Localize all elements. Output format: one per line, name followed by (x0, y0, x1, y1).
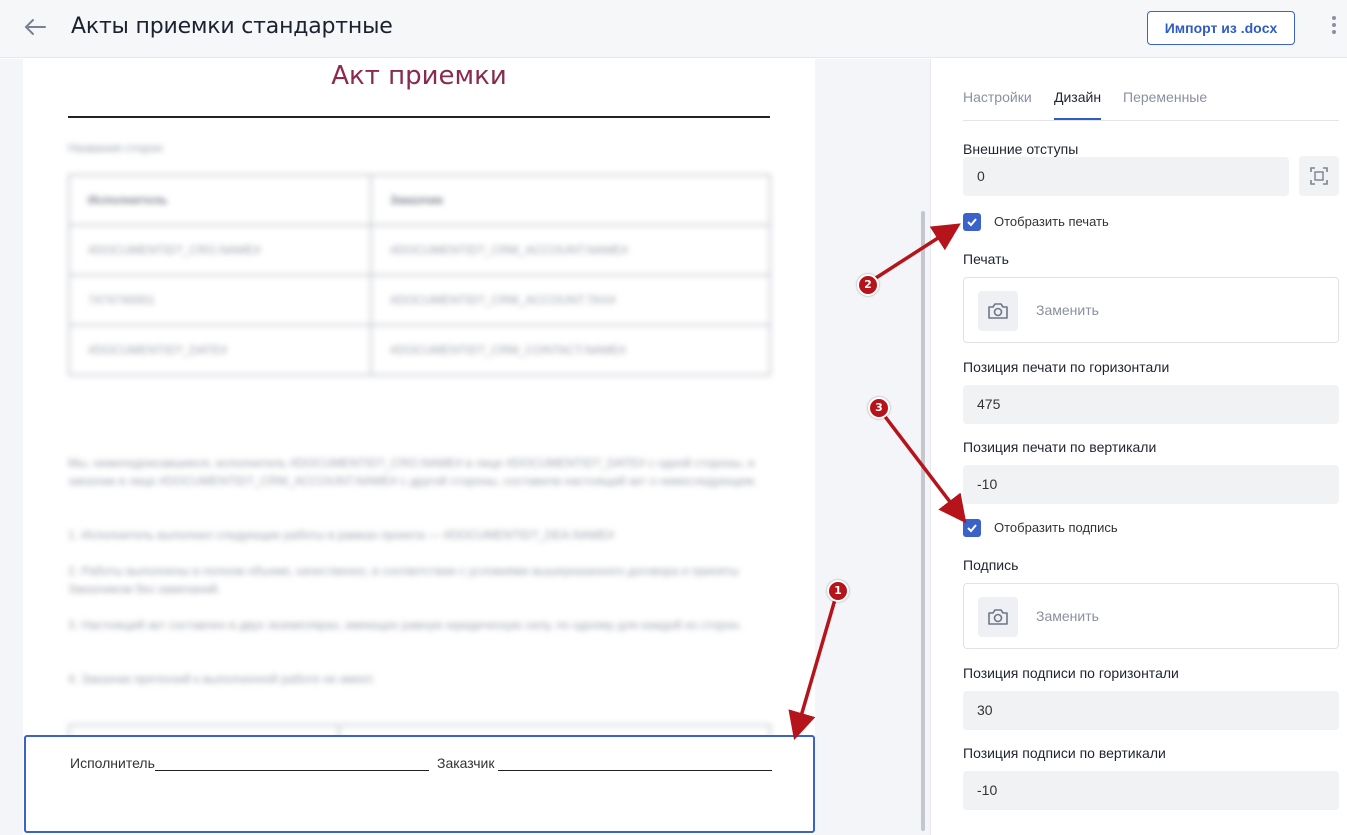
paragraph: 1. Исполнитель выполнил следующие работы… (68, 528, 615, 542)
parties-table: Исполнитель Заказчик #DOCUMENTID?_CRO.NA… (68, 174, 771, 376)
stamp-vertical-label: Позиция печати по вертикали (963, 439, 1157, 455)
table-cell: #DOCUMENTID?_CRO.NAME# (68, 224, 372, 276)
panel-tabs: Настройки Дизайн Переменные (963, 89, 1339, 121)
sign-horizontal-label: Позиция подписи по горизонтали (963, 665, 1179, 681)
sign-horizontal-input[interactable]: 30 (963, 691, 1339, 730)
margins-input[interactable]: 0 (963, 157, 1289, 196)
paragraph: 4. Заказчик претензий к выполненной рабо… (68, 672, 376, 686)
executor-signature-line (155, 770, 429, 771)
signature-block-selected[interactable]: Исполнитель Заказчик (24, 735, 815, 833)
check-icon (967, 218, 977, 227)
show-sign-label: Отобразить подпись (994, 520, 1118, 535)
customer-signature-line (498, 770, 772, 771)
sign-upload-box: Заменить (963, 583, 1339, 649)
table-cell: #DOCUMENTID?_DATE# (68, 324, 372, 376)
sign-label: Подпись (963, 557, 1019, 573)
sign-vertical-input[interactable]: -10 (963, 771, 1339, 810)
table-cell: Заказчик (370, 174, 771, 226)
show-stamp-checkbox[interactable] (963, 213, 981, 231)
stamp-vertical-input[interactable]: -10 (963, 465, 1339, 504)
document-page: Акт приемки Названия сторон Исполнитель … (23, 59, 815, 835)
replace-sign-link[interactable]: Заменить (1036, 608, 1099, 624)
page-title: Акты приемки стандартные (71, 14, 393, 39)
preview-scrollbar[interactable] (921, 211, 925, 831)
stamp-label: Печать (963, 251, 1009, 267)
annotation-badge-3: 3 (868, 397, 890, 419)
check-icon (967, 524, 977, 533)
replace-stamp-link[interactable]: Заменить (1036, 302, 1099, 318)
title-divider (68, 116, 770, 118)
paragraph: Мы, нижеподписавшиеся, исполнитель #DOCU… (68, 456, 758, 488)
kebab-menu-icon[interactable] (1326, 16, 1342, 40)
table-cell: #DOCUMENTID?_CRM_CONTACT.NAME# (370, 324, 771, 376)
stamp-horizontal-input[interactable]: 475 (963, 385, 1339, 424)
table-cell: 7474740001 (68, 274, 372, 326)
table-row: 7474740001 #DOCUMENTID?_CRM_ACCOUNT.TAX# (68, 274, 771, 326)
camera-icon[interactable] (978, 597, 1018, 637)
sign-vertical-label: Позиция подписи по вертикали (963, 745, 1166, 761)
executor-label: Исполнитель (70, 755, 155, 771)
table-row: Исполнитель Заказчик (68, 174, 771, 226)
import-docx-button[interactable]: Импорт из .docx (1147, 11, 1295, 45)
table-cell: #DOCUMENTID?_CRM_ACCOUNT.TAX# (370, 274, 771, 326)
tab-settings[interactable]: Настройки (963, 89, 1032, 120)
tab-variables[interactable]: Переменные (1123, 89, 1207, 120)
frame-icon[interactable] (1299, 156, 1339, 196)
show-sign-checkbox[interactable] (963, 519, 981, 537)
tab-design[interactable]: Дизайн (1054, 89, 1102, 120)
top-header: Акты приемки стандартные Импорт из .docx (0, 0, 1347, 58)
stamp-horizontal-label: Позиция печати по горизонтали (963, 359, 1170, 375)
table-cell: Исполнитель (68, 174, 372, 226)
camera-icon[interactable] (978, 291, 1018, 331)
paragraph: 3. Настоящий акт составлен в двух экземп… (68, 618, 742, 632)
annotation-badge-2: 2 (857, 274, 879, 296)
design-settings-panel: Настройки Дизайн Переменные Внешние отст… (930, 59, 1347, 835)
show-stamp-label: Отобразить печать (994, 214, 1109, 229)
annotation-badge-1: 1 (827, 580, 849, 602)
parties-label: Названия сторон (68, 141, 163, 155)
table-row: #DOCUMENTID?_DATE# #DOCUMENTID?_CRM_CONT… (68, 324, 771, 376)
stamp-upload-box: Заменить (963, 277, 1339, 343)
paragraph: 2. Работы выполнены в полном объеме, кач… (68, 564, 739, 596)
margins-label: Внешние отступы (963, 141, 1079, 157)
table-row: #DOCUMENTID?_CRO.NAME# #DOCUMENTID?_CRM_… (68, 224, 771, 276)
document-title: Акт приемки (331, 61, 507, 91)
table-cell: #DOCUMENTID?_CRM_ACCOUNT.NAME# (370, 224, 771, 276)
back-arrow-icon[interactable] (22, 14, 52, 44)
document-preview-area: Акт приемки Названия сторон Исполнитель … (0, 59, 930, 835)
customer-label: Заказчик (437, 755, 495, 771)
